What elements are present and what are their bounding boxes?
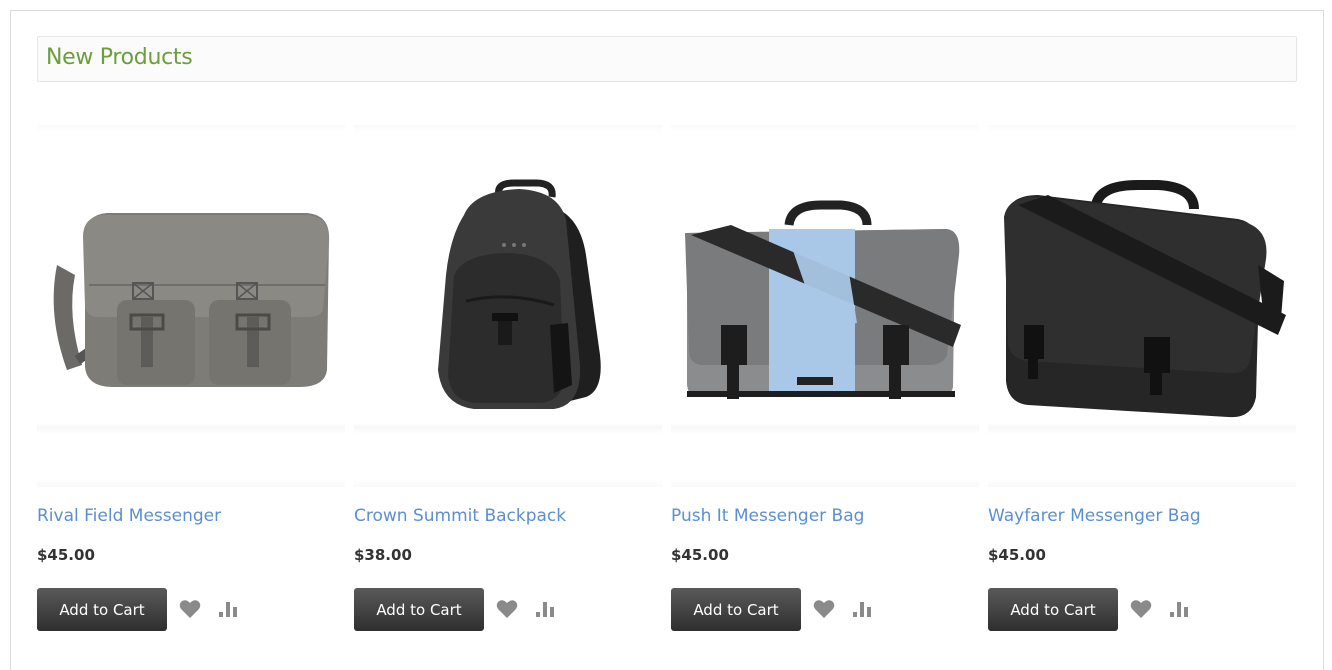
product-price: $45.00 bbox=[37, 546, 95, 564]
product-image[interactable] bbox=[37, 125, 345, 487]
heart-icon[interactable] bbox=[1130, 599, 1152, 619]
product-image[interactable] bbox=[354, 125, 662, 487]
add-to-cart-button[interactable]: Add to Cart bbox=[37, 588, 167, 631]
compare-bars-icon[interactable] bbox=[851, 600, 875, 618]
product-price: $38.00 bbox=[354, 546, 412, 564]
product-name-link[interactable]: Crown Summit Backpack bbox=[354, 506, 566, 526]
product-image-area[interactable] bbox=[988, 125, 1296, 487]
widget-title: New Products bbox=[46, 45, 193, 70]
add-to-cart-button[interactable]: Add to Cart bbox=[988, 588, 1118, 631]
product-image[interactable] bbox=[671, 125, 979, 487]
heart-icon[interactable] bbox=[179, 599, 201, 619]
heart-icon[interactable] bbox=[813, 599, 835, 619]
add-to-cart-button[interactable]: Add to Cart bbox=[671, 588, 801, 631]
add-to-cart-button[interactable]: Add to Cart bbox=[354, 588, 484, 631]
product-price: $45.00 bbox=[988, 546, 1046, 564]
compare-bars-icon[interactable] bbox=[217, 600, 241, 618]
product-price: $45.00 bbox=[671, 546, 729, 564]
product-image[interactable] bbox=[988, 125, 1296, 487]
product-name-link[interactable]: Push It Messenger Bag bbox=[671, 506, 864, 526]
product-name-link[interactable]: Wayfarer Messenger Bag bbox=[988, 506, 1201, 526]
product-image-area[interactable] bbox=[354, 125, 662, 487]
product-image-area[interactable] bbox=[37, 125, 345, 487]
heart-icon[interactable] bbox=[496, 599, 518, 619]
compare-bars-icon[interactable] bbox=[1168, 600, 1192, 618]
product-name-link[interactable]: Rival Field Messenger bbox=[37, 506, 221, 526]
widget-title-bar: New Products bbox=[37, 36, 1297, 82]
product-image-area[interactable] bbox=[671, 125, 979, 487]
compare-bars-icon[interactable] bbox=[534, 600, 558, 618]
